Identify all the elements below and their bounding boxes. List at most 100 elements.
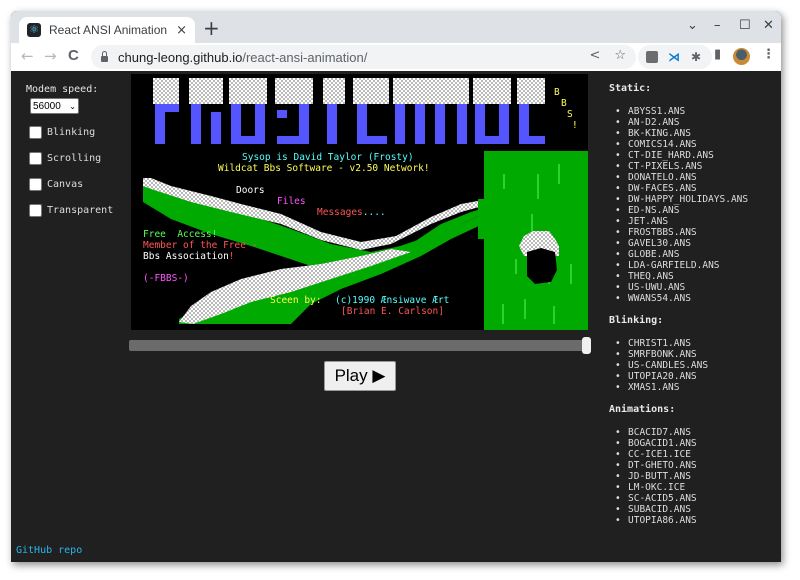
github-repo-link[interactable]: GitHub repo — [16, 545, 82, 556]
share-icon[interactable]: < — [589, 48, 600, 63]
maximize-button[interactable]: ☐ — [739, 18, 751, 33]
file-link[interactable]: DONATELO.ANS — [609, 172, 779, 183]
file-link[interactable]: COMICS14.ANS — [609, 139, 779, 150]
file-link[interactable]: GLOBE.ANS — [609, 249, 779, 260]
blinking-heading: Blinking: — [609, 315, 664, 326]
file-link[interactable]: UTOPIA86.ANS — [609, 515, 779, 526]
blinking-checkbox[interactable] — [29, 125, 42, 139]
outlook-extension-icon[interactable] — [646, 51, 658, 63]
react-favicon-icon: ⚛ — [27, 23, 41, 37]
browser-window: ⚛ React ANSI Animation × + ⌄ – ☐ ✕ ← → C… — [11, 11, 781, 562]
file-link[interactable]: CC-ICE1.ICE — [609, 449, 779, 460]
bbs-letter-b2: B — [561, 98, 567, 109]
side-panel-icon[interactable]: ▮ — [714, 47, 721, 62]
slider-thumb[interactable] — [582, 337, 591, 354]
file-link[interactable]: ED-NS.ANS — [609, 205, 779, 216]
static-file-list: ABYSS1.ANSAN-D2.ANSBK-KING.ANSCOMICS14.A… — [609, 106, 779, 304]
bookmark-star-icon[interactable]: ☆ — [614, 48, 626, 63]
artist-line: [Brian E. Carlson] — [341, 306, 444, 317]
file-link[interactable]: SUBACID.ANS — [609, 504, 779, 515]
bbs-letter-b1: B — [554, 87, 560, 98]
messages-label: Messages.... — [317, 207, 386, 218]
scrolling-label[interactable]: Scrolling — [47, 153, 101, 164]
file-link[interactable]: AN-D2.ANS — [609, 117, 779, 128]
controls-panel: Modem speed: 56000 ⌄ Blinking Scrolling … — [26, 84, 113, 218]
tab-search-icon[interactable]: ⌄ — [687, 18, 698, 33]
frostland-logo — [153, 78, 545, 144]
file-link[interactable]: JD-BUTT.ANS — [609, 471, 779, 482]
green-pillar — [478, 151, 588, 330]
file-link[interactable]: FROSTBBS.ANS — [609, 227, 779, 238]
file-link[interactable]: BOGACID1.ANS — [609, 438, 779, 449]
file-link[interactable]: GAVEL30.ANS — [609, 238, 779, 249]
play-button[interactable]: Play ▶ — [324, 361, 396, 391]
modem-speed-select[interactable]: 56000 ⌄ — [30, 98, 79, 114]
tab-close-icon[interactable]: × — [176, 23, 187, 38]
lock-icon[interactable] — [101, 51, 108, 62]
file-link[interactable]: BCACID7.ANS — [609, 427, 779, 438]
file-link[interactable]: LM-OKC.ICE — [609, 482, 779, 493]
blinking-label[interactable]: Blinking — [47, 127, 95, 138]
chevron-down-icon: ⌄ — [69, 101, 76, 111]
modem-speed-label: Modem speed: — [26, 84, 99, 95]
file-link[interactable]: US-UWU.ANS — [609, 282, 779, 293]
playback-slider[interactable] — [129, 337, 591, 354]
file-link[interactable]: US-CANDLES.ANS — [609, 360, 779, 371]
doors-label: Doors — [236, 185, 265, 196]
url-text[interactable]: chung-leong.github.io/react-ansi-animati… — [118, 50, 367, 65]
option-blinking[interactable]: Blinking — [26, 124, 113, 140]
extensions-puzzle-icon[interactable]: ✱ — [691, 50, 701, 64]
logo-letter-bodies — [155, 104, 545, 144]
file-link[interactable]: UTOPIA20.ANS — [609, 371, 779, 382]
sceen-by-label: Sceen by: — [270, 295, 322, 306]
close-window-button[interactable]: ✕ — [763, 18, 774, 33]
software-line: Wildcat Bbs Software - v2.50 Network! — [218, 163, 430, 174]
tab-strip: ⚛ React ANSI Animation × + ⌄ – ☐ ✕ — [11, 11, 781, 43]
file-link[interactable]: CT-DIE_HARD.ANS — [609, 150, 779, 161]
tab-react-ansi-animation[interactable]: ⚛ React ANSI Animation × — [19, 17, 195, 43]
back-button[interactable]: ← — [21, 47, 34, 65]
file-link[interactable]: CHRIST1.ANS — [609, 338, 779, 349]
ansi-screen: B B S ! Sysop is David Taylor (Frosty) W… — [131, 74, 588, 330]
pillar-ledge — [478, 199, 486, 239]
sysop-line: Sysop is David Taylor (Frosty) — [242, 152, 414, 163]
file-link[interactable]: DW-FACES.ANS — [609, 183, 779, 194]
animations-heading: Animations: — [609, 404, 676, 415]
option-transparent[interactable]: Transparent — [26, 202, 113, 218]
file-link[interactable]: DW-HAPPY_HOLIDAYS.ANS — [609, 194, 779, 205]
file-link[interactable]: CT-PIXELS.ANS — [609, 161, 779, 172]
transparent-label[interactable]: Transparent — [47, 205, 113, 216]
browser-toolbar: ← → C chung-leong.github.io/react-ansi-a… — [11, 43, 781, 71]
vscode-extension-icon[interactable]: ⋊ — [668, 50, 680, 64]
tab-title: React ANSI Animation — [49, 23, 168, 37]
file-link[interactable]: ABYSS1.ANS — [609, 106, 779, 117]
address-bar[interactable]: chung-leong.github.io/react-ansi-animati… — [91, 45, 636, 69]
ansi-art-graphics — [143, 78, 588, 330]
static-section: Static: ABYSS1.ANSAN-D2.ANSBK-KING.ANSCO… — [609, 83, 779, 304]
reload-button[interactable]: C — [68, 47, 79, 65]
option-canvas[interactable]: Canvas — [26, 176, 113, 192]
transparent-checkbox[interactable] — [29, 203, 42, 217]
option-scrolling[interactable]: Scrolling — [26, 150, 113, 166]
minimize-button[interactable]: – — [714, 18, 721, 33]
static-heading: Static: — [609, 83, 652, 94]
file-link[interactable]: SMRFBONK.ANS — [609, 349, 779, 360]
file-link[interactable]: SC-ACID5.ANS — [609, 493, 779, 504]
file-link[interactable]: THEQ.ANS — [609, 271, 779, 282]
forward-button[interactable]: → — [44, 47, 57, 65]
canvas-checkbox[interactable] — [29, 177, 42, 191]
file-link[interactable]: BK-KING.ANS — [609, 128, 779, 139]
profile-avatar[interactable] — [733, 48, 750, 65]
file-link[interactable]: DT-GHETO.ANS — [609, 460, 779, 471]
file-link[interactable]: LDA-GARFIELD.ANS — [609, 260, 779, 271]
new-tab-button[interactable]: + — [203, 18, 220, 38]
free-access-line: Free Access! — [143, 229, 218, 240]
file-link[interactable]: WWANS54.ANS — [609, 293, 779, 304]
member-line: Member of the Free - — [143, 240, 258, 251]
scrolling-checkbox[interactable] — [29, 151, 42, 165]
file-link[interactable]: XMAS1.ANS — [609, 382, 779, 393]
file-link[interactable]: JET.ANS — [609, 216, 779, 227]
canvas-label[interactable]: Canvas — [47, 179, 83, 190]
extensions-area: ⋊ ✱ — [638, 45, 712, 69]
browser-menu-icon[interactable]: ⋮ — [762, 47, 775, 62]
